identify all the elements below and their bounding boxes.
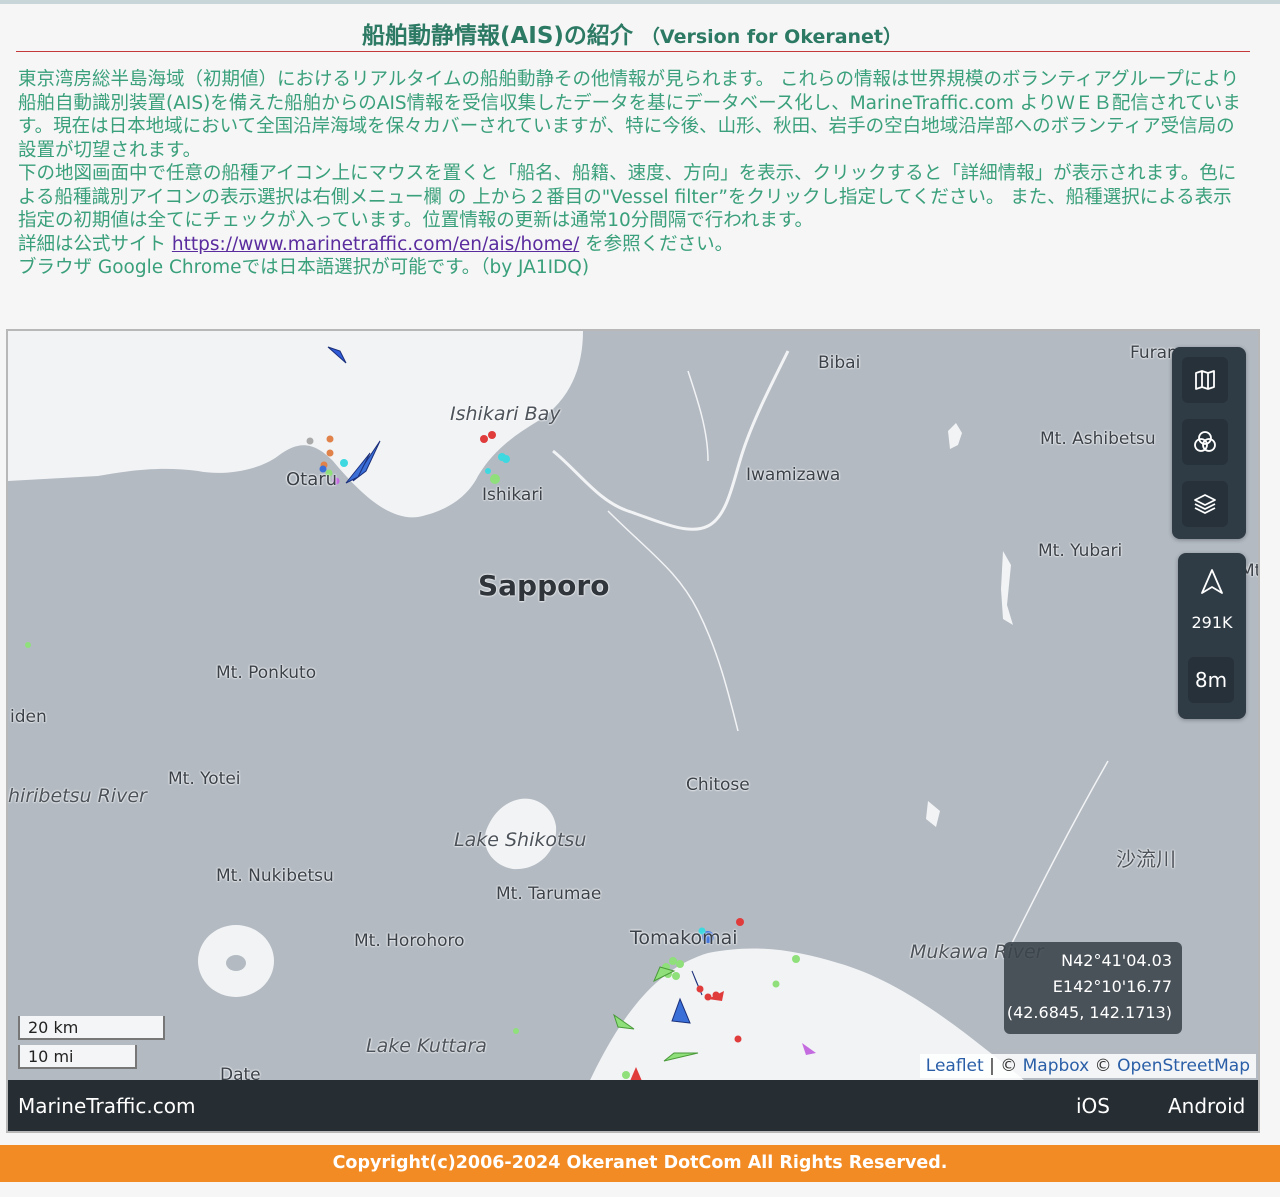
- layers-button[interactable]: [1182, 481, 1228, 527]
- vessel-dot: [622, 1071, 630, 1079]
- vessel-dot: [513, 1028, 519, 1034]
- vessel-dot: [326, 435, 334, 443]
- intro-paragraph-1: 東京湾房総半島海域（初期値）におけるリアルタイムの船舶動静その他情報が見られます…: [18, 69, 1241, 161]
- vessel-dot: [326, 449, 334, 457]
- vessel-dot: [736, 918, 744, 926]
- refresh-interval-label: 8m: [1194, 668, 1228, 692]
- page-title-subtitle: （Version for Okeranet）: [640, 26, 903, 48]
- vessel-dot: [480, 435, 488, 443]
- footer-copyright: Copyright(c)2006-2024 Okeranet DotCom Al…: [0, 1145, 1280, 1182]
- vessel-dot: [672, 972, 680, 980]
- vessel-dot: [25, 642, 31, 648]
- coord-lat: N42°41'04.03: [1061, 951, 1172, 970]
- map-label-mt-yubari: Mt. Yubari: [1038, 541, 1123, 561]
- coordinate-readout: N42°41'04.03 E142°10'16.77 (42.6845, 142…: [1004, 942, 1182, 1034]
- scale-bar-km: 20 km: [18, 1016, 165, 1040]
- marinetraffic-brand-link[interactable]: MarineTraffic.com: [18, 1094, 195, 1118]
- mapbox-link[interactable]: Mapbox: [1023, 1056, 1090, 1076]
- scale-bar-mi: 10 mi: [18, 1045, 137, 1069]
- vessel-dot: [306, 437, 314, 445]
- vessel-count: 291K: [1191, 613, 1233, 632]
- attrib-sep-1: | ©: [983, 1056, 1023, 1076]
- detail-prefix: 詳細は公式サイト: [18, 233, 172, 255]
- map-label-furano: Furan: [1130, 343, 1178, 363]
- map-type-button[interactable]: [1182, 357, 1228, 403]
- map-layer-controls: [1172, 347, 1246, 539]
- navigate-button[interactable]: [1198, 567, 1226, 597]
- map-label-mt-ponkuto: Mt. Ponkuto: [216, 663, 317, 683]
- attrib-sep-2: ©: [1089, 1056, 1118, 1076]
- map-label-mt-yotei: Mt. Yotei: [168, 769, 241, 789]
- coord-lon: E142°10'16.77: [1052, 977, 1172, 996]
- page-title-main: 船舶動静情報(AIS)の紹介: [361, 23, 633, 49]
- map-label-ishikari: Ishikari: [482, 485, 544, 505]
- layers-icon: [1194, 494, 1216, 515]
- ios-link[interactable]: iOS: [1076, 1094, 1110, 1118]
- vessel-dot: [704, 993, 712, 1001]
- intro-detail: 詳細は公式サイト https://www.marinetraffic.com/e…: [18, 233, 1250, 257]
- leaflet-link[interactable]: Leaflet: [926, 1056, 984, 1076]
- top-strip: [0, 0, 1280, 4]
- marinetraffic-bar: MarineTraffic.com iOS Android: [8, 1080, 1258, 1131]
- vessel-dot: [340, 459, 348, 467]
- vessel-dot: [676, 960, 684, 968]
- intro-text: 東京湾房総半島海域（初期値）におけるリアルタイムの船舶動静その他情報が見られます…: [18, 68, 1250, 280]
- official-site-link[interactable]: https://www.marinetraffic.com/en/ais/hom…: [172, 234, 579, 255]
- map-label-lake-kuttara: Lake Kuttara: [366, 1035, 487, 1057]
- map-label-ishikari-bay: Ishikari Bay: [450, 403, 561, 425]
- vessel-dot: [490, 474, 500, 484]
- osm-link[interactable]: OpenStreetMap: [1117, 1056, 1250, 1076]
- map-label-iden: iden: [10, 707, 47, 727]
- vessel-dot: [485, 468, 491, 474]
- map-label-sapporo: Sapporo: [478, 569, 610, 602]
- lake-toya-island: [226, 955, 246, 971]
- map-status-controls: 291K 8m: [1178, 553, 1246, 719]
- vessel-dot: [772, 980, 780, 988]
- intro-paragraph-2: 下の地図画面中で任意の船種アイコン上にマウスを置くと「船名、船籍、速度、方向」を…: [18, 163, 1237, 231]
- page-frame: 船舶動静情報(AIS)の紹介 （Version for Okeranet） 東京湾…: [0, 0, 1280, 1197]
- vessel-dot: [669, 957, 677, 965]
- page-title: 船舶動静情報(AIS)の紹介 （Version for Okeranet）: [0, 16, 1264, 50]
- vessel-filter-icon: [1194, 431, 1216, 452]
- vessel-dot: [792, 955, 800, 963]
- coord-decimal: (42.6845, 142.1713): [1006, 1003, 1172, 1022]
- map-label-mt-tarumae: Mt. Tarumae: [496, 884, 602, 904]
- vessel-dot: [488, 431, 496, 439]
- map-label-tomakomai: Tomakomai: [630, 927, 738, 949]
- map-label-mt-nukibetsu: Mt. Nukibetsu: [216, 866, 334, 886]
- vessel-dot: [734, 1035, 742, 1043]
- map-label-bibai: Bibai: [818, 353, 861, 373]
- vessel-dot: [696, 985, 704, 993]
- ais-map[interactable]: Ishikari Bay Otaru Ishikari Bibai Furan …: [6, 329, 1260, 1133]
- android-link[interactable]: Android: [1168, 1094, 1245, 1118]
- vessel-dot: [502, 455, 510, 463]
- map-icon: [1195, 370, 1215, 390]
- map-label-shiribetsu-river: hiribetsu River: [8, 785, 147, 807]
- navigation-arrow-icon: [1201, 569, 1223, 594]
- detail-suffix: を参照ください。: [579, 233, 734, 255]
- map-label-mt-horohoro: Mt. Horohoro: [354, 931, 465, 951]
- map-label-saru-river: 沙流川: [1116, 847, 1176, 871]
- map-label-chitose: Chitose: [686, 775, 750, 795]
- map-label-lake-shikotsu: Lake Shikotsu: [454, 829, 587, 851]
- refresh-interval-button[interactable]: 8m: [1188, 657, 1234, 703]
- map-label-mt-ashibetsu: Mt. Ashibetsu: [1040, 429, 1156, 449]
- map-label-iwamizawa: Iwamizawa: [746, 465, 841, 485]
- vessel-filter-button[interactable]: [1182, 419, 1228, 465]
- map-label-otaru: Otaru: [286, 469, 338, 490]
- title-divider: [16, 51, 1250, 52]
- browser-note: ブラウザ Google Chromeでは日本語選択が可能です。（by JA1ID…: [18, 257, 590, 278]
- map-attribution: Leaflet | © Mapbox © OpenStreetMap: [919, 1054, 1256, 1078]
